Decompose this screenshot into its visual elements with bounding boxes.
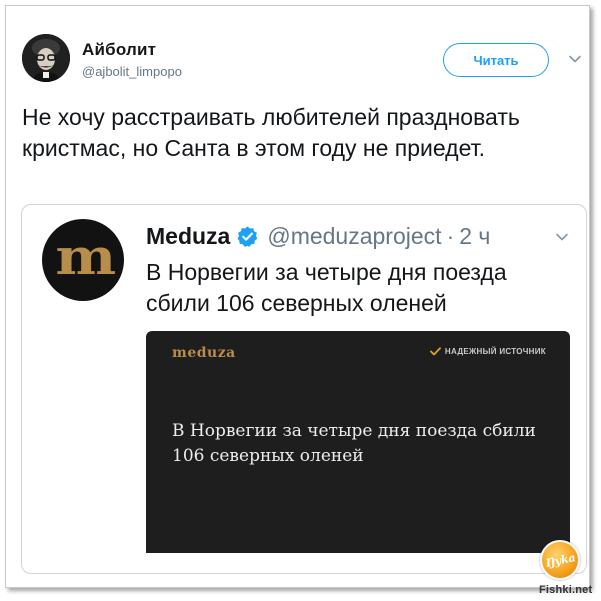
quoted-tweet-text: В Норвегии за четыре дня поезда сбили 10… [146,259,507,316]
author-name[interactable]: Айболит [82,40,156,60]
tweet-card: Айболит @ajbolit_limpopo Читать Не хочу … [5,5,590,588]
media-headline: В Норвегии за четыре дня поезда сбили 10… [172,421,536,466]
meduza-logo-glyph: m [55,227,116,286]
watermark-badge-text: Ŋyka [543,550,577,570]
verified-badge-icon [237,226,258,247]
trusted-source-label: НАДЕЖНЫЙ ИСТОЧНИК [444,347,546,356]
media-meduza-logo: meduza [172,345,236,361]
tweet-text: Не хочу расстраивать любителей празднова… [22,104,520,161]
watermark-badge: Ŋyka [540,540,580,580]
quoted-tweet[interactable]: m Meduza @meduzaproject · 2 ч В Норвегии… [21,204,587,574]
quoted-tweet-header: Meduza @meduzaproject · 2 ч [146,223,490,250]
author-avatar-image [22,34,70,82]
trusted-source-badge: НАДЕЖНЫЙ ИСТОЧНИК [430,347,546,356]
quoted-tweet-time[interactable]: 2 ч [459,223,490,250]
author-avatar[interactable] [22,34,70,82]
chevron-down-icon[interactable] [568,52,582,66]
check-icon [430,347,441,356]
quoted-author-name[interactable]: Meduza [146,223,230,250]
follow-button[interactable]: Читать [443,43,549,77]
quoted-chevron-down-icon[interactable] [555,230,569,244]
quoted-author-handle[interactable]: @meduzaproject [267,223,441,250]
quoted-author-avatar[interactable]: m [42,219,124,301]
separator-dot: · [446,223,455,249]
quoted-tweet-media[interactable]: meduza НАДЕЖНЫЙ ИСТОЧНИК В Норвегии за ч… [146,331,570,553]
watermark-site: Fishki.net [539,584,593,596]
author-handle[interactable]: @ajbolit_limpopo [82,64,182,79]
